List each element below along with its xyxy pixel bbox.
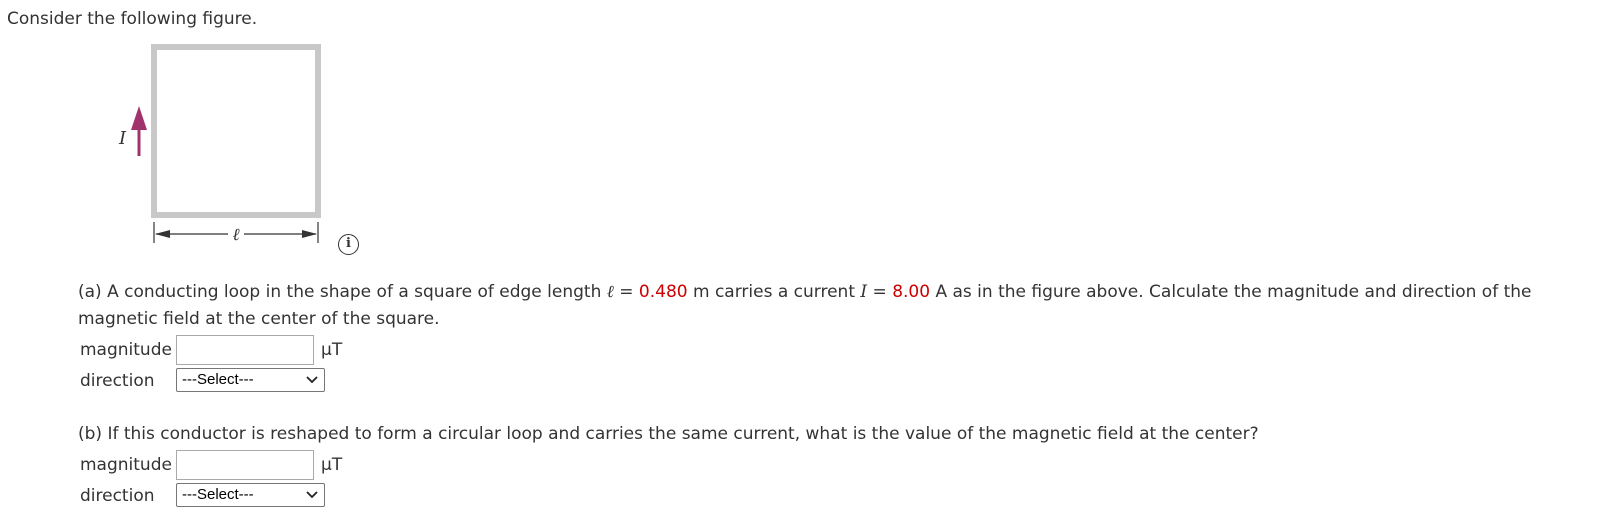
var-l: ℓ [606,282,614,302]
direction-select-value: ---Select--- [182,486,254,503]
info-icon[interactable]: i [338,234,359,255]
chevron-down-icon [306,376,318,384]
l-value: 0.480 [638,282,688,302]
question-b: (b) If this conductor is reshaped to for… [78,424,1259,444]
direction-label: direction [80,371,155,391]
question-a-eq-2: = [867,282,893,302]
chevron-down-icon [306,491,318,499]
question-a-text-1: (a) A conducting loop in the shape of a … [78,282,607,302]
part-b-direction-select[interactable]: ---Select--- [176,483,325,507]
square-loop-figure: I ℓ [118,44,321,245]
unit-label: μT [321,340,343,360]
question-a-eq-1: = [613,282,639,302]
unit-label: μT [321,455,343,475]
current-arrow-icon [131,106,147,156]
direction-select-value: ---Select--- [182,371,254,388]
square-loop [151,44,321,218]
magnitude-label: magnitude [80,455,172,475]
direction-label: direction [80,486,155,506]
magnitude-label: magnitude [80,340,172,360]
question-a: (a) A conducting loop in the shape of a … [78,279,1578,333]
part-a-magnitude-input[interactable] [176,335,314,365]
dimension-arrow-right-icon [302,230,317,238]
part-a-direction-select[interactable]: ---Select--- [176,368,325,392]
i-value: 8.00 [892,282,931,302]
current-label: I [118,128,127,149]
question-a-text-2: m carries a current [687,282,861,302]
length-label: ℓ [232,225,239,245]
part-b-magnitude-input[interactable] [176,450,314,480]
intro-text: Consider the following figure. [7,9,258,29]
dimension-arrow-left-icon [155,230,170,238]
